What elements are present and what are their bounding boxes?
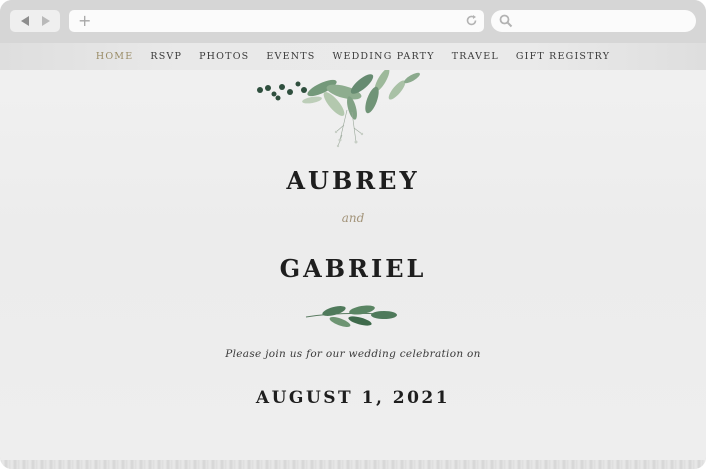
- search-field[interactable]: [491, 10, 696, 32]
- wedding-page: HOME RSVP PHOTOS EVENTS WEDDING PARTY TR…: [0, 43, 706, 469]
- leaf-sprig-icon: [305, 305, 397, 327]
- partner-name-1: AUBREY: [286, 166, 420, 195]
- reload-icon[interactable]: [465, 14, 478, 27]
- browser-chrome: +: [0, 0, 706, 43]
- nav-item-photos[interactable]: PHOTOS: [199, 51, 249, 62]
- wedding-date: AUGUST 1, 2021: [255, 388, 451, 408]
- nav-item-events[interactable]: EVENTS: [266, 51, 315, 62]
- history-buttons: [10, 10, 60, 32]
- invitation-text: Please join us for our wedding celebrati…: [225, 348, 481, 360]
- nav-item-travel[interactable]: TRAVEL: [452, 51, 499, 62]
- partner-name-2: GABRIEL: [279, 254, 427, 283]
- nav-item-home[interactable]: HOME: [96, 51, 134, 62]
- back-arrow-icon[interactable]: [20, 16, 29, 26]
- search-icon: [499, 14, 513, 28]
- foliage-illustration: [257, 70, 420, 148]
- and-text: and: [341, 211, 365, 225]
- nav-item-wedding-party[interactable]: WEDDING PARTY: [333, 51, 435, 62]
- site-nav: HOME RSVP PHOTOS EVENTS WEDDING PARTY TR…: [0, 43, 706, 70]
- browser-window: + HOME RSVP PHOTOS EVENTS WEDDING PARTY …: [0, 0, 706, 469]
- lace-border: [0, 460, 706, 469]
- forward-arrow-icon[interactable]: [41, 16, 50, 26]
- nav-item-gift-registry[interactable]: GIFT REGISTRY: [516, 51, 610, 62]
- plus-icon[interactable]: +: [78, 13, 91, 29]
- address-bar[interactable]: +: [69, 10, 484, 32]
- nav-item-rsvp[interactable]: RSVP: [150, 51, 182, 62]
